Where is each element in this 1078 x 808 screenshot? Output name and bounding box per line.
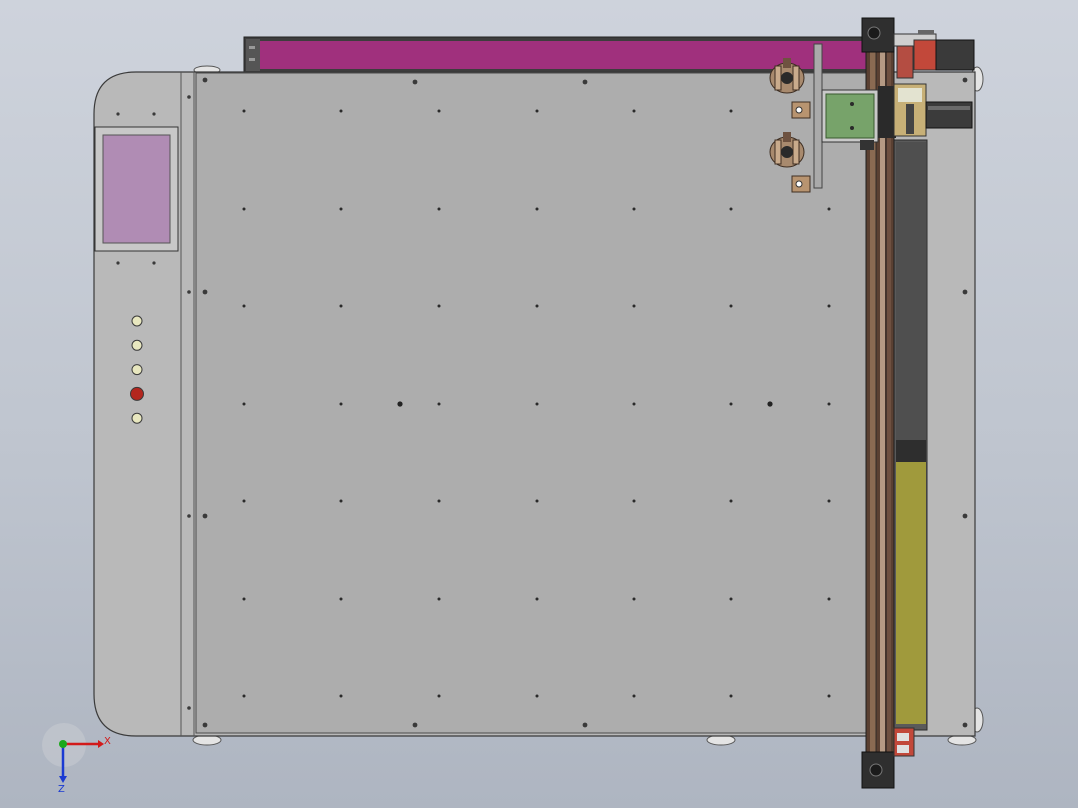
vacuum-hole <box>827 499 831 503</box>
axis-z-label: Z <box>58 784 65 795</box>
vacuum-hole <box>729 304 733 308</box>
vacuum-hole <box>535 109 539 113</box>
button-1[interactable] <box>131 315 143 327</box>
vacuum-hole <box>339 694 343 698</box>
orientation-triad: X Z <box>42 723 111 795</box>
vacuum-hole <box>729 109 733 113</box>
vacuum-hole <box>535 304 539 308</box>
vacuum-hole <box>437 304 441 308</box>
vacuum-hole <box>339 597 343 601</box>
vacuum-hole <box>827 207 831 211</box>
vacuum-hole <box>242 499 246 503</box>
vacuum-hole <box>242 402 246 406</box>
vacuum-hole <box>632 694 636 698</box>
button-3[interactable] <box>131 364 143 376</box>
vacuum-hole <box>827 402 831 406</box>
vacuum-hole <box>437 207 441 211</box>
vacuum-hole <box>729 402 733 406</box>
vacuum-hole <box>632 304 636 308</box>
vacuum-hole <box>729 499 733 503</box>
machine-top-view: X Z <box>42 17 984 795</box>
touch-screen[interactable] <box>94 126 179 252</box>
vacuum-hole <box>339 499 343 503</box>
vacuum-hole <box>339 402 343 406</box>
vacuum-hole <box>535 499 539 503</box>
vacuum-hole <box>437 694 441 698</box>
vacuum-hole <box>437 499 441 503</box>
button-2[interactable] <box>131 339 143 351</box>
vacuum-hole <box>632 109 636 113</box>
button-4[interactable] <box>130 386 144 401</box>
cad-viewport[interactable]: X Z <box>0 0 1078 808</box>
vacuum-hole <box>729 694 733 698</box>
vacuum-hole <box>827 304 831 308</box>
conveyor-track <box>892 139 928 731</box>
vacuum-hole <box>437 402 441 406</box>
vacuum-hole <box>632 597 636 601</box>
vacuum-hole <box>339 109 343 113</box>
vacuum-hole <box>437 109 441 113</box>
vacuum-hole <box>437 597 441 601</box>
axis-y-arrow-icon <box>59 740 67 748</box>
vacuum-hole <box>535 597 539 601</box>
vacuum-hole <box>339 207 343 211</box>
vacuum-hole <box>535 402 539 406</box>
vacuum-hole <box>242 207 246 211</box>
vacuum-hole <box>242 304 246 308</box>
vacuum-hole <box>242 597 246 601</box>
vacuum-hole <box>242 694 246 698</box>
vacuum-hole <box>729 207 733 211</box>
vacuum-hole <box>827 597 831 601</box>
vacuum-hole <box>632 499 636 503</box>
vacuum-hole <box>632 402 636 406</box>
vacuum-hole <box>535 694 539 698</box>
vacuum-hole <box>242 109 246 113</box>
vacuum-hole <box>729 597 733 601</box>
vacuum-hole <box>339 304 343 308</box>
button-5[interactable] <box>131 412 143 424</box>
vacuum-hole <box>632 207 636 211</box>
vacuum-hole <box>827 694 831 698</box>
axis-x-label: X <box>104 736 111 747</box>
vacuum-hole <box>535 207 539 211</box>
cutting-table <box>195 72 867 734</box>
